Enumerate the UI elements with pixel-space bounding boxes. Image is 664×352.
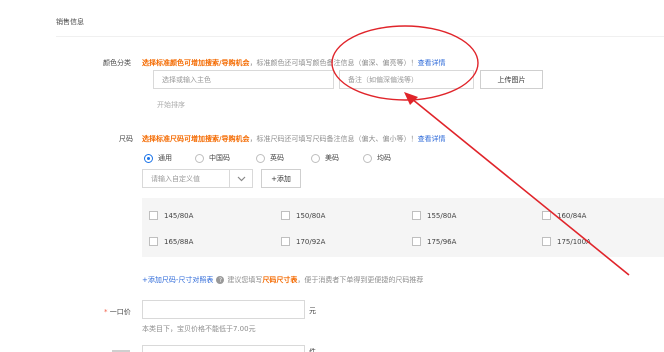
annotation-arrow-line bbox=[411, 98, 630, 276]
annotation-overlay bbox=[331, 25, 630, 276]
annotation-ellipse bbox=[331, 25, 479, 101]
